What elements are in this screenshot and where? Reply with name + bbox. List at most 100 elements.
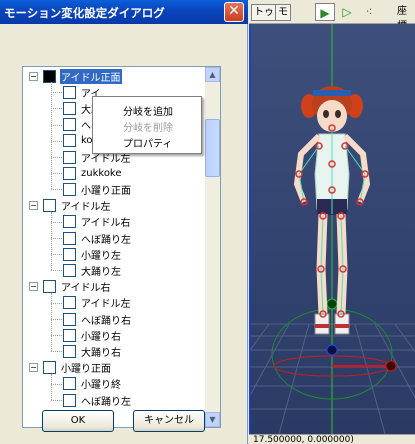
viewport-toolbar: トゥ モ ▶ ▷ ⁖ 座標 xyxy=(249,0,415,32)
node-label: へぼ踊り左 xyxy=(81,396,131,408)
dialog-title-bar[interactable]: モーション変化設定ダイアログ ✕ xyxy=(0,0,248,24)
tree-connector xyxy=(51,157,62,158)
tree-connector xyxy=(51,211,52,271)
tree-child-node[interactable]: へぼ踊り右 xyxy=(63,311,132,327)
close-button[interactable]: ✕ xyxy=(224,2,244,22)
tab-mo[interactable]: モ xyxy=(275,4,291,21)
tree-child-node[interactable]: へぼ踊り左 xyxy=(63,230,132,246)
viewport-scene xyxy=(249,24,415,434)
node-checkbox[interactable] xyxy=(63,247,76,261)
node-checkbox[interactable] xyxy=(63,182,76,196)
node-label: 小躍り終 xyxy=(81,380,121,392)
node-label: 小躍り右 xyxy=(81,331,121,343)
collapse-toggle-icon[interactable]: − xyxy=(29,201,38,211)
node-checkbox[interactable] xyxy=(63,312,76,326)
tree-connector xyxy=(51,335,62,337)
tree-connector xyxy=(51,319,62,320)
arrow-up-icon: ▲ xyxy=(209,70,216,79)
node-label: アイドル正面 xyxy=(60,68,122,84)
3d-viewport[interactable] xyxy=(249,24,415,434)
node-checkbox[interactable] xyxy=(43,69,56,83)
coordinate-label: 座標 xyxy=(397,6,407,32)
node-checkbox[interactable] xyxy=(43,199,56,213)
tree-scrollbar[interactable]: ▲ ▼ xyxy=(205,67,220,427)
tree-parent-node[interactable]: − アイドル正面 xyxy=(29,68,122,84)
tree-child-node[interactable]: アイドル右 xyxy=(63,214,132,230)
collapse-toggle-icon[interactable]: − xyxy=(29,282,38,292)
tree-connector xyxy=(51,373,52,400)
dialog-title: モーション変化設定ダイアログ xyxy=(4,6,165,20)
tree-child-node[interactable]: 小躍り左 xyxy=(63,246,122,262)
node-checkbox[interactable] xyxy=(63,85,76,99)
tree-connector xyxy=(51,292,52,352)
node-checkbox[interactable] xyxy=(63,101,76,115)
status-coordinates: 17.500000, 0.000000) xyxy=(253,435,354,444)
collapse-toggle-icon[interactable]: − xyxy=(29,71,38,81)
node-checkbox[interactable] xyxy=(63,263,76,277)
tree-child-node[interactable]: 小躍り正面 xyxy=(63,181,132,197)
tree-child-node[interactable]: 小躍り終 xyxy=(63,376,122,392)
node-label: へぼ踊り右 xyxy=(81,315,131,327)
tab-tou[interactable]: トゥ xyxy=(251,4,277,21)
node-checkbox[interactable] xyxy=(63,215,76,229)
tree-child-node[interactable]: 大踊り右 xyxy=(63,343,122,359)
y-handle xyxy=(326,298,338,310)
tree-connector xyxy=(51,82,52,190)
close-icon: ✕ xyxy=(228,3,240,19)
collapse-toggle-icon[interactable]: − xyxy=(29,363,38,373)
node-checkbox[interactable] xyxy=(63,231,76,245)
node-checkbox[interactable] xyxy=(43,361,56,375)
motion-change-dialog: モーション変化設定ダイアログ ✕ ▲ ▼ −アイドル正面アイ大踊へぼkoke2ア… xyxy=(0,0,248,444)
node-label: 大踊り右 xyxy=(81,347,121,359)
scroll-up-button[interactable]: ▲ xyxy=(205,67,220,82)
node-checkbox[interactable] xyxy=(63,118,76,132)
tree-connector xyxy=(51,302,62,304)
context-menu: 分岐を追加 分岐を削除 プロパティ xyxy=(92,96,202,154)
tree-child-node[interactable]: へぼ踊り左 xyxy=(63,392,132,408)
node-checkbox[interactable] xyxy=(63,328,76,342)
tree-connector xyxy=(51,270,62,272)
node-label: zukkoke xyxy=(81,167,122,179)
node-label: 小躍り正面 xyxy=(61,364,111,376)
origin-handle xyxy=(326,344,338,356)
arrow-down-icon: ▼ xyxy=(209,415,216,424)
ok-button[interactable]: OK xyxy=(42,410,114,432)
dialog-client-area: ▲ ▼ −アイドル正面アイ大踊へぼkoke2アイドル左zukkoke小躍り正面−… xyxy=(0,24,247,444)
tree-child-node[interactable]: アイドル左 xyxy=(63,295,132,311)
tree-parent-node[interactable]: − アイドル右 xyxy=(29,279,112,295)
tree-connector xyxy=(51,92,62,94)
tree-connector xyxy=(51,254,62,256)
node-checkbox[interactable] xyxy=(63,344,76,358)
node-label: 小躍り正面 xyxy=(81,185,131,197)
tree-connector xyxy=(51,238,62,239)
node-label: 小躍り左 xyxy=(81,250,121,262)
node-checkbox[interactable] xyxy=(63,377,76,391)
node-checkbox[interactable] xyxy=(43,280,56,294)
node-checkbox[interactable] xyxy=(63,150,76,164)
menu-item-delete-branch[interactable]: 分岐を削除 xyxy=(123,119,173,134)
tree-child-node[interactable]: 小躍り右 xyxy=(63,327,122,343)
tree-connector xyxy=(51,221,62,223)
node-checkbox[interactable] xyxy=(63,393,76,407)
scroll-down-button[interactable]: ▼ xyxy=(205,412,220,427)
scroll-thumb[interactable] xyxy=(205,119,220,177)
tree-child-node[interactable]: 大踊り左 xyxy=(63,262,122,278)
menu-item-add-branch[interactable]: 分岐を追加 xyxy=(123,103,173,118)
node-label: アイドル左 xyxy=(81,299,131,311)
dots-icon[interactable]: ⁖ xyxy=(359,3,379,21)
node-checkbox[interactable] xyxy=(63,166,76,180)
node-label: アイドル右 xyxy=(81,218,131,230)
node-label: アイドル右 xyxy=(61,283,111,295)
tree-child-node[interactable]: zukkoke xyxy=(63,165,123,181)
node-checkbox[interactable] xyxy=(63,296,76,310)
tree-parent-node[interactable]: − アイドル左 xyxy=(29,198,112,214)
tree-connector xyxy=(51,173,62,175)
tree-parent-node[interactable]: − 小躍り正面 xyxy=(29,360,112,376)
play-outline-icon[interactable]: ▷ xyxy=(337,3,357,21)
node-label: 大踊り左 xyxy=(81,266,121,278)
node-checkbox[interactable] xyxy=(63,134,76,148)
menu-item-properties[interactable]: プロパティ xyxy=(123,135,172,150)
cancel-button[interactable]: キャンセル xyxy=(133,410,205,432)
x-handle xyxy=(385,360,397,372)
play-icon[interactable]: ▶ xyxy=(315,3,335,21)
